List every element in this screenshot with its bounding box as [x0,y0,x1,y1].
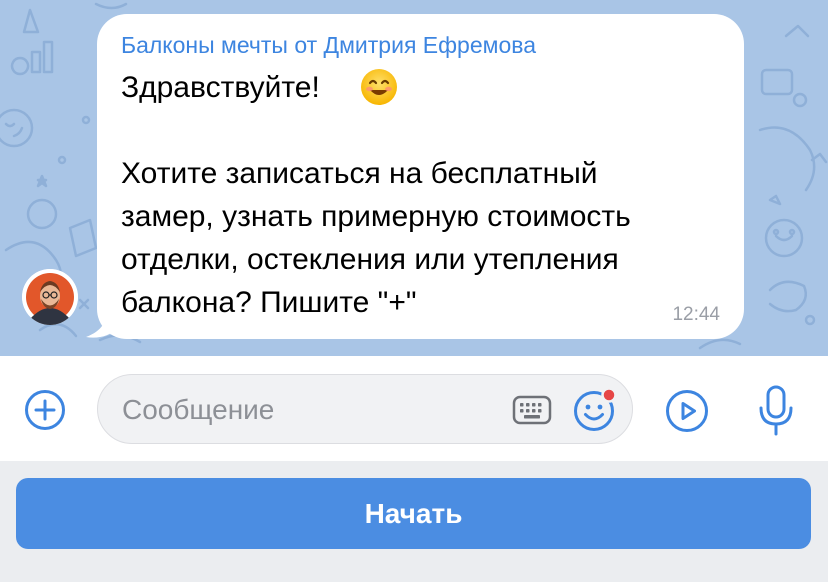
play-circle-icon[interactable] [665,389,709,438]
notification-badge [601,387,617,403]
keyboard-icon[interactable] [512,393,552,432]
smiling-face-emoji-icon [360,68,398,111]
chat-background: Балконы мечты от Дмитрия Ефремова Здравс… [0,0,828,356]
message-composer: Сообщение [0,356,828,461]
start-button[interactable]: Начать [16,478,811,549]
message-input-placeholder: Сообщение [122,394,275,425]
message-body-line: отделки, остекления или утепления [121,243,619,276]
plus-circle-icon[interactable] [24,389,66,436]
message-time: 12:44 [672,304,720,325]
sender-avatar[interactable] [22,269,78,325]
message-greeting: Здравствуйте! [121,71,320,104]
message-bubble: Балконы мечты от Дмитрия Ефремова Здравс… [97,14,744,339]
bot-keyboard: Начать [0,461,828,582]
message-body-line: балкона? Пишите "+" [121,286,417,319]
sender-name[interactable]: Балконы мечты от Дмитрия Ефремова [121,32,536,59]
message-body-line: Хотите записаться на бесплатный [121,157,598,190]
message-input[interactable]: Сообщение [97,374,633,444]
message-body-line: замер, узнать примерную стоимость [121,200,631,233]
microphone-icon[interactable] [758,384,794,443]
emoji-smile-icon[interactable] [572,387,622,438]
